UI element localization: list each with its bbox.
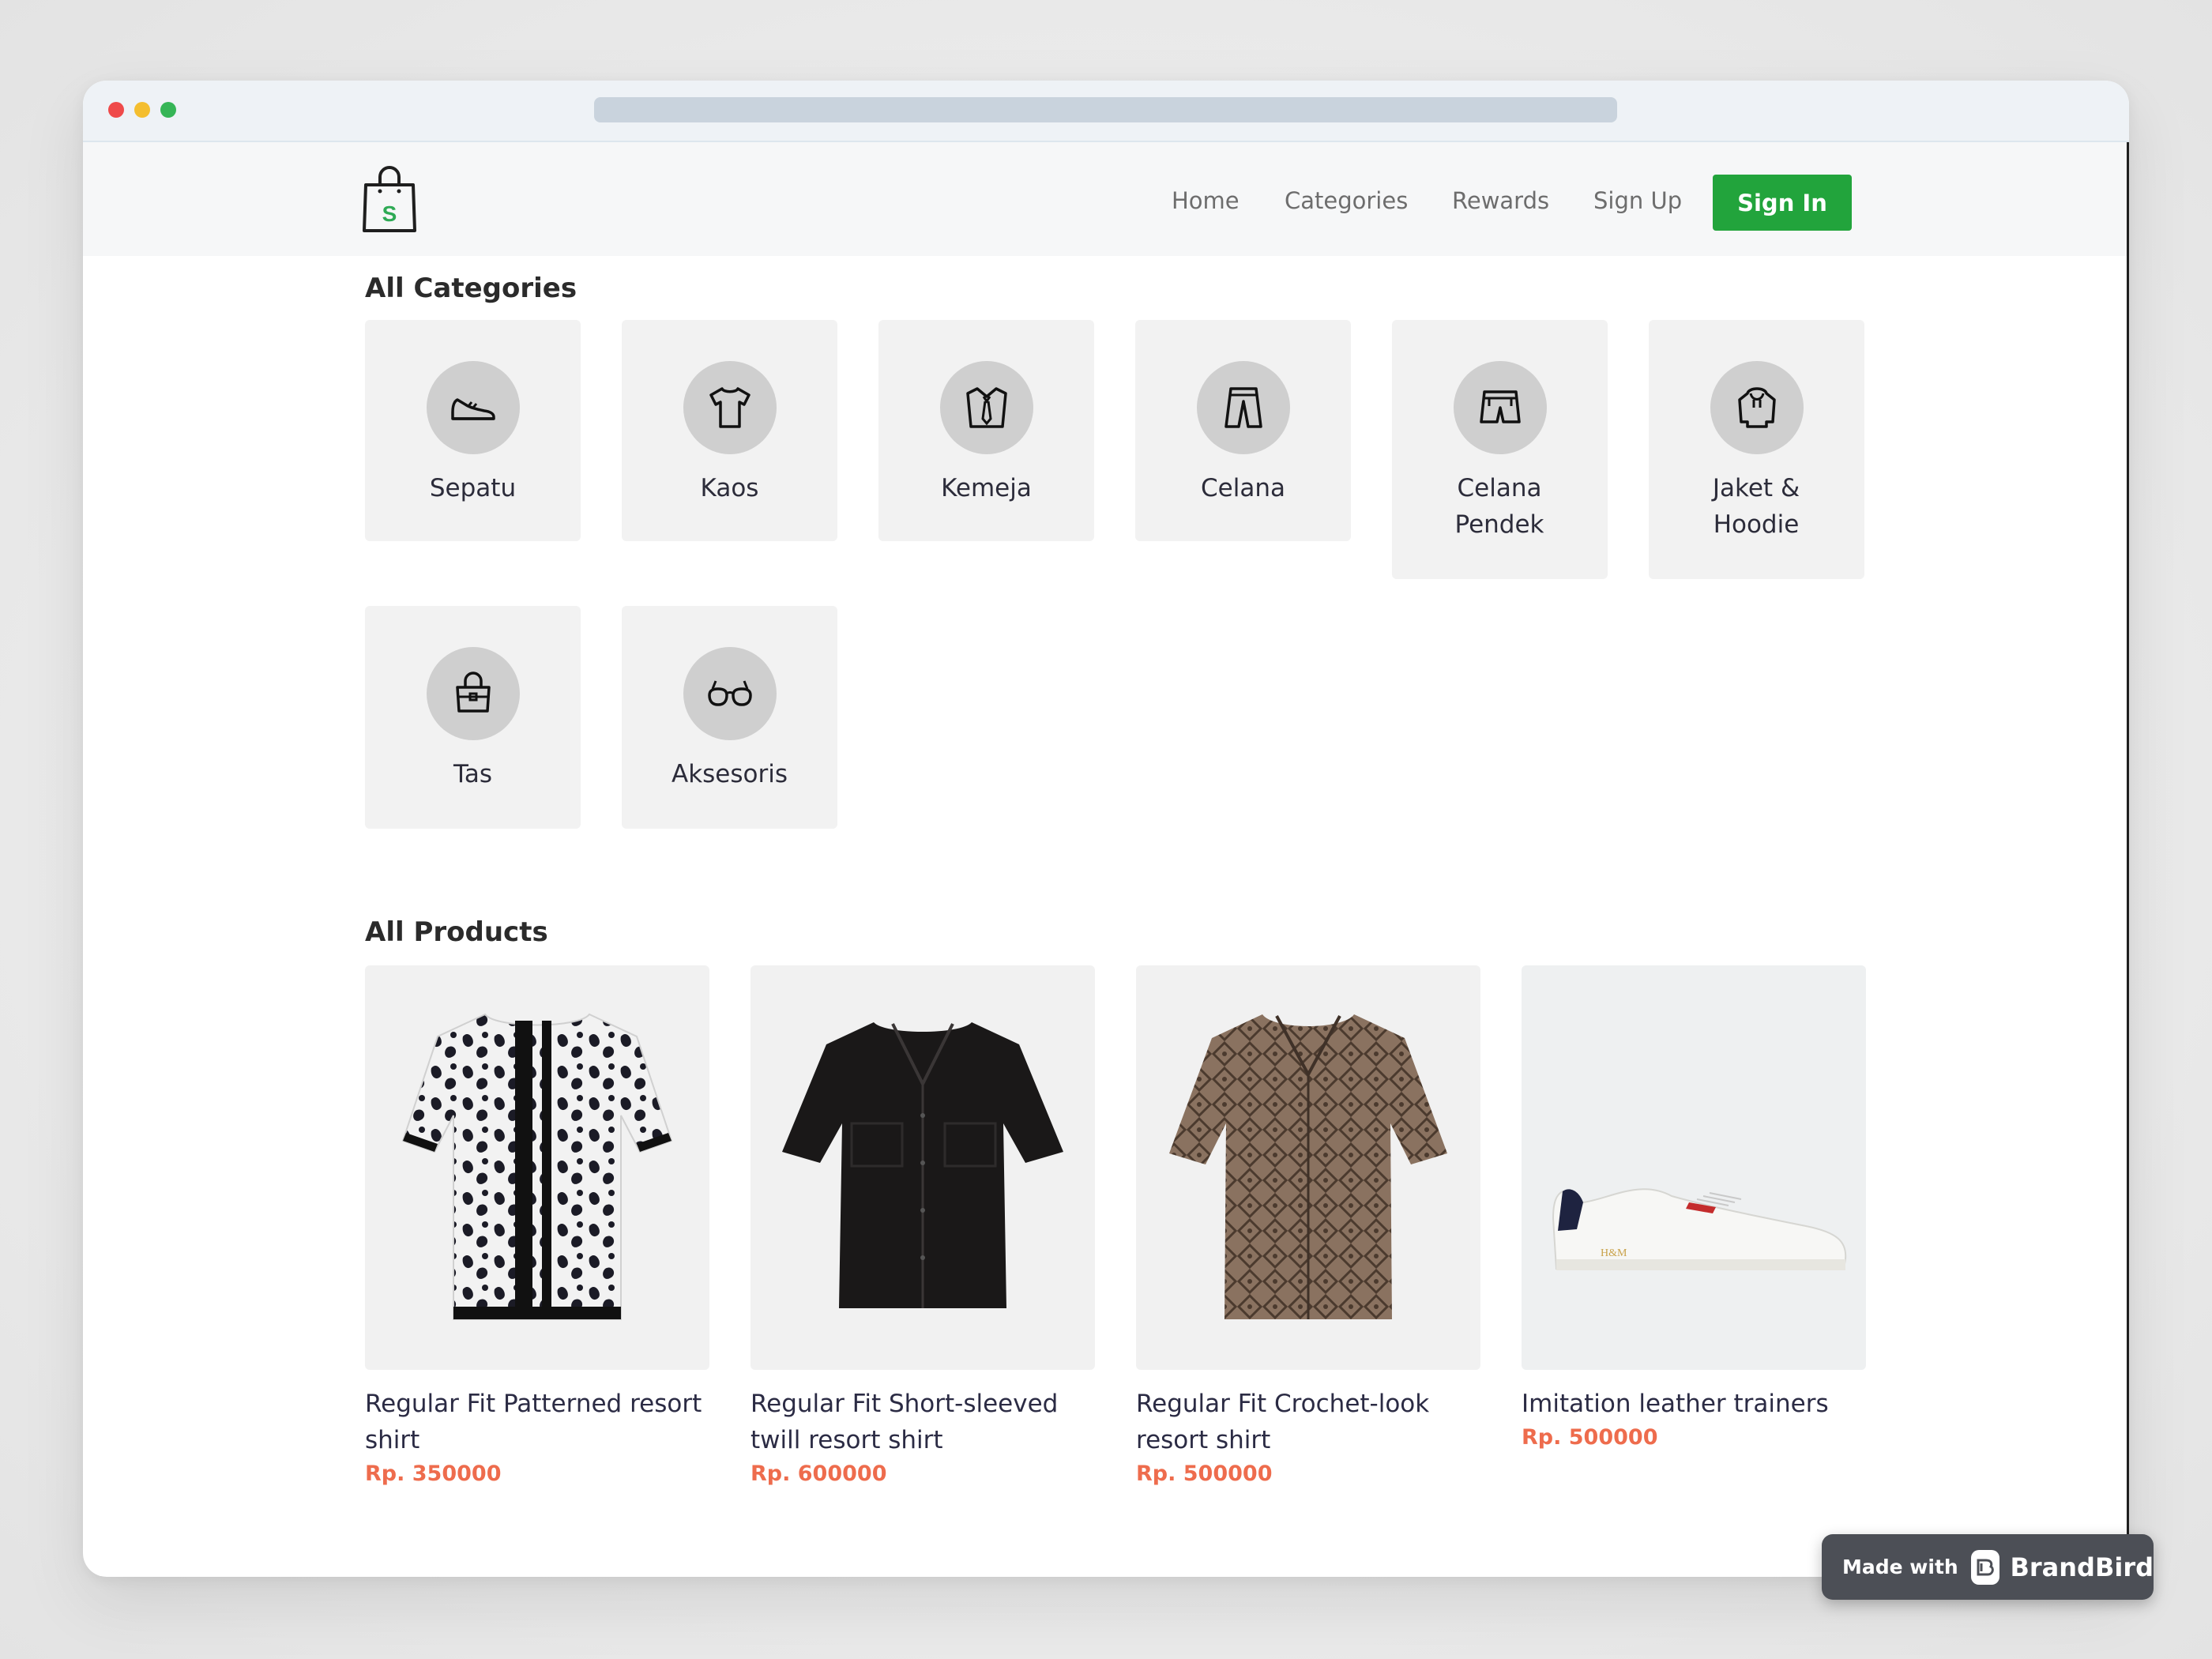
maximize-window-button[interactable] bbox=[160, 102, 176, 118]
categories-heading: All Categories bbox=[365, 273, 577, 304]
product-image-leather-trainers[interactable]: H&M bbox=[1522, 965, 1866, 1370]
glasses-icon bbox=[683, 647, 777, 740]
category-label: Kemeja bbox=[941, 474, 1032, 502]
category-label: Celana bbox=[1201, 474, 1285, 502]
product-name[interactable]: Regular Fit Crochet-look resort shirt bbox=[1136, 1386, 1480, 1458]
product-card[interactable]: Regular Fit Short-sleeved twill resort s… bbox=[750, 965, 1095, 1490]
window-edge-line bbox=[2127, 142, 2129, 1540]
address-bar[interactable] bbox=[594, 97, 1617, 122]
category-card-aksesoris[interactable]: Aksesoris bbox=[622, 606, 837, 829]
svg-text:H&M: H&M bbox=[1601, 1247, 1627, 1259]
category-card-tas[interactable]: Tas bbox=[365, 606, 581, 829]
nav-home[interactable]: Home bbox=[1172, 187, 1240, 214]
category-label: Celana Pendek bbox=[1454, 474, 1544, 539]
category-card-kemeja[interactable]: Kemeja bbox=[878, 320, 1094, 541]
product-name[interactable]: Regular Fit Short-sleeved twill resort s… bbox=[750, 1386, 1095, 1458]
brandbird-logo-icon bbox=[1970, 1549, 1999, 1585]
category-card-celana-pendek[interactable]: Celana Pendek bbox=[1392, 320, 1608, 579]
product-name[interactable]: Imitation leather trainers bbox=[1522, 1386, 1866, 1422]
product-name[interactable]: Regular Fit Patterned resort shirt bbox=[365, 1386, 709, 1458]
product-image-crochet-shirt[interactable] bbox=[1136, 965, 1480, 1370]
site-navbar: S Home Categories Rewards Sign Up Sign I… bbox=[83, 142, 2129, 256]
bag-icon bbox=[427, 647, 520, 740]
category-card-jaket-hoodie[interactable]: Jaket & Hoodie bbox=[1649, 320, 1864, 579]
sign-in-button[interactable]: Sign In bbox=[1713, 175, 1852, 231]
badge-made-with-text: Made with bbox=[1842, 1556, 1958, 1578]
product-card[interactable]: Regular Fit Patterned resort shirt Rp. 3… bbox=[365, 965, 709, 1490]
product-card[interactable]: Regular Fit Crochet-look resort shirt Rp… bbox=[1136, 965, 1480, 1490]
category-label: Sepatu bbox=[429, 474, 517, 502]
browser-titlebar bbox=[83, 81, 2129, 142]
category-card-celana[interactable]: Celana bbox=[1135, 320, 1351, 541]
product-image-patterned-shirt[interactable] bbox=[365, 965, 709, 1370]
svg-text:S: S bbox=[382, 201, 397, 226]
product-price: Rp. 600000 bbox=[750, 1462, 887, 1486]
category-label: Tas bbox=[453, 760, 492, 788]
tshirt-icon bbox=[683, 361, 777, 454]
minimize-window-button[interactable] bbox=[134, 102, 150, 118]
category-card-sepatu[interactable]: Sepatu bbox=[365, 320, 581, 541]
nav-rewards[interactable]: Rewards bbox=[1452, 187, 1549, 214]
nav-categories[interactable]: Categories bbox=[1285, 187, 1408, 214]
product-price: Rp. 500000 bbox=[1136, 1462, 1273, 1486]
category-label: Kaos bbox=[700, 474, 759, 502]
shorts-icon bbox=[1454, 361, 1547, 454]
category-card-kaos[interactable]: Kaos bbox=[622, 320, 837, 541]
close-window-button[interactable] bbox=[108, 102, 124, 118]
shoe-icon bbox=[427, 361, 520, 454]
nav-sign-up[interactable]: Sign Up bbox=[1593, 187, 1682, 214]
product-price: Rp. 500000 bbox=[1522, 1425, 1658, 1450]
badge-brand-text: BrandBird bbox=[2010, 1552, 2154, 1582]
category-label: Jaket & Hoodie bbox=[1712, 474, 1800, 539]
product-card[interactable]: H&M Imitation leather trainers Rp. 50000… bbox=[1522, 965, 1866, 1454]
shirt-tie-icon bbox=[940, 361, 1033, 454]
category-label: Aksesoris bbox=[671, 760, 788, 788]
browser-window: S Home Categories Rewards Sign Up Sign I… bbox=[83, 81, 2129, 1577]
products-heading: All Products bbox=[365, 916, 548, 948]
shopping-bag-logo-icon: S bbox=[363, 166, 416, 232]
brandbird-badge[interactable]: Made with BrandBird bbox=[1822, 1534, 2154, 1600]
hoodie-icon bbox=[1710, 361, 1804, 454]
product-image-black-twill-shirt[interactable] bbox=[750, 965, 1095, 1370]
product-price: Rp. 350000 bbox=[365, 1462, 502, 1486]
shop-logo[interactable]: S bbox=[361, 166, 418, 234]
pants-icon bbox=[1197, 361, 1290, 454]
